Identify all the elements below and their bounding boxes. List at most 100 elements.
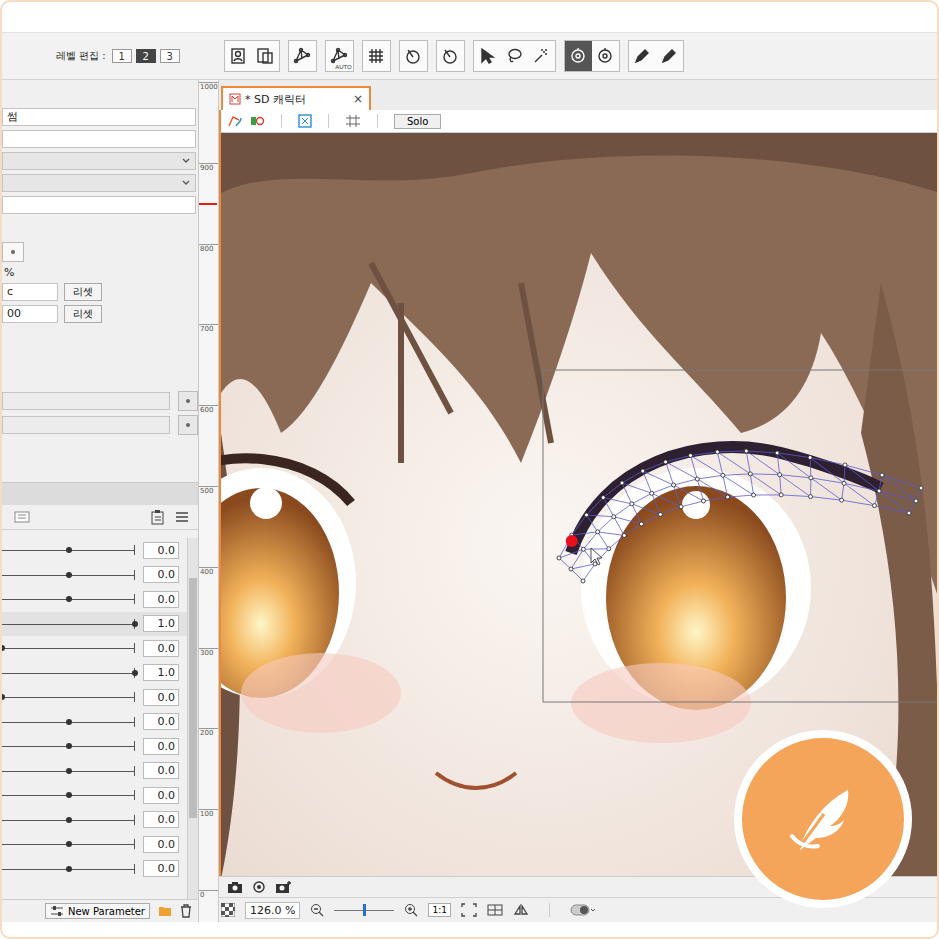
parameter-value[interactable]: 0.0 (143, 640, 179, 657)
trash-icon[interactable] (180, 904, 192, 918)
zoom-in-icon[interactable] (404, 903, 418, 917)
dropdown[interactable] (2, 174, 196, 192)
paste-icon[interactable] (150, 509, 166, 525)
slider-knob[interactable] (2, 645, 5, 651)
slider-knob[interactable] (132, 670, 138, 676)
parameter-slider[interactable] (2, 864, 135, 874)
zoom-out-icon[interactable] (310, 903, 324, 917)
grid-toggle-icon[interactable] (14, 510, 30, 524)
parts-icon[interactable] (249, 114, 265, 128)
mesh-vertex[interactable] (840, 498, 844, 502)
mesh-vertex[interactable] (620, 481, 624, 485)
tool-button[interactable]: AUTO (326, 41, 353, 71)
mesh-vertex[interactable] (726, 495, 730, 499)
mesh-vertex[interactable] (809, 476, 813, 480)
slider-knob[interactable] (66, 768, 72, 774)
slot-field[interactable] (2, 392, 170, 410)
actual-size-button[interactable]: 1:1 (428, 903, 450, 917)
name-field[interactable]: 썸 (2, 108, 196, 126)
mesh-vertex[interactable] (581, 547, 585, 551)
scrollbar[interactable] (187, 538, 198, 899)
toggle-icon[interactable] (570, 903, 596, 917)
mesh-vertex[interactable] (641, 469, 645, 473)
fit-window-icon[interactable] (461, 903, 477, 917)
tool-button[interactable] (501, 41, 528, 71)
tool-button[interactable] (363, 41, 390, 71)
parameter-value[interactable]: 1.0 (143, 664, 179, 681)
parameter-row[interactable]: 0.0 (2, 832, 187, 857)
fit-icon[interactable] (298, 114, 312, 128)
value-field[interactable]: c (2, 283, 58, 301)
reset-button[interactable]: 리셋 (64, 305, 102, 323)
mesh-vertex[interactable] (914, 499, 918, 503)
tool-button[interactable] (565, 41, 592, 71)
parameter-slider[interactable] (2, 545, 135, 555)
folder-icon[interactable] (158, 905, 172, 917)
slot-button[interactable] (178, 391, 198, 411)
mesh-vertex[interactable] (715, 450, 719, 454)
flip-icon[interactable] (513, 903, 529, 917)
mesh-vertex[interactable] (596, 530, 600, 534)
mesh-vertex[interactable] (607, 547, 611, 551)
parameter-row[interactable]: 0.0 (2, 587, 187, 612)
mesh-vertex[interactable] (778, 473, 782, 477)
parameter-slider[interactable] (2, 790, 135, 800)
parameter-row[interactable]: 0.0 (2, 685, 187, 710)
option-button[interactable] (2, 242, 24, 262)
tool-button[interactable] (528, 41, 555, 71)
slider-knob[interactable] (66, 743, 72, 749)
parameter-row[interactable]: 0.0 (2, 538, 187, 563)
tool-button[interactable] (474, 41, 501, 71)
tool-button[interactable] (400, 41, 427, 71)
parameter-value[interactable]: 0.0 (143, 713, 179, 730)
parameter-value[interactable]: 0.0 (143, 566, 179, 583)
parameter-value[interactable]: 0.0 (143, 762, 179, 779)
tool-button[interactable] (252, 41, 279, 71)
parameter-row[interactable]: 0.0 (2, 783, 187, 808)
mesh-vertex[interactable] (664, 460, 668, 464)
tool-button[interactable] (289, 41, 316, 71)
selected-vertex[interactable] (566, 535, 578, 547)
parameter-slider[interactable] (2, 643, 135, 653)
mesh-vertex[interactable] (744, 449, 748, 453)
slider-knob[interactable] (66, 719, 72, 725)
checker-icon[interactable] (221, 903, 235, 917)
parameter-row[interactable]: 1.0 (2, 661, 187, 686)
mesh-vertex[interactable] (880, 473, 884, 477)
mesh-vertex[interactable] (702, 499, 706, 503)
parameter-value[interactable]: 0.0 (143, 689, 179, 706)
parameter-value[interactable]: 0.0 (143, 811, 179, 828)
mesh-vertex[interactable] (679, 505, 683, 509)
mesh-vertex[interactable] (650, 491, 654, 495)
parameter-slider[interactable] (2, 839, 135, 849)
parameter-row[interactable]: 0.0 (2, 734, 187, 759)
parameter-slider[interactable] (2, 717, 135, 727)
parameter-row[interactable]: 0.0 (2, 636, 187, 661)
mesh-vertex[interactable] (919, 486, 923, 490)
parameter-row[interactable]: 1.0 (2, 612, 187, 637)
mesh-vertex[interactable] (907, 511, 911, 515)
slider-knob[interactable] (66, 792, 72, 798)
parameter-slider[interactable] (2, 668, 135, 678)
parameter-row[interactable]: 0.0 (2, 563, 187, 588)
mesh-vertex[interactable] (630, 502, 634, 506)
parameter-slider[interactable] (2, 570, 135, 580)
grid-icon[interactable] (345, 114, 361, 128)
slider-knob[interactable] (66, 547, 72, 553)
slider-knob[interactable] (66, 572, 72, 578)
mesh-vertex[interactable] (581, 579, 585, 583)
slot-field[interactable] (2, 416, 170, 434)
zoom-field[interactable]: 126.0 % (245, 902, 300, 919)
parameter-value[interactable]: 1.0 (143, 615, 179, 632)
camera-settings-icon[interactable] (251, 880, 267, 894)
fit-width-icon[interactable] (487, 903, 503, 917)
mesh-vertex[interactable] (779, 493, 783, 497)
parameter-slider[interactable] (2, 692, 135, 702)
mesh-vertex[interactable] (752, 493, 756, 497)
slider-knob[interactable] (66, 596, 72, 602)
mesh-vertex[interactable] (695, 477, 699, 481)
slot-button[interactable] (178, 415, 198, 435)
new-parameter-button[interactable]: New Parameter (45, 903, 150, 919)
parameter-row[interactable]: 0.0 (2, 710, 187, 735)
mesh-vertex[interactable] (601, 496, 605, 500)
